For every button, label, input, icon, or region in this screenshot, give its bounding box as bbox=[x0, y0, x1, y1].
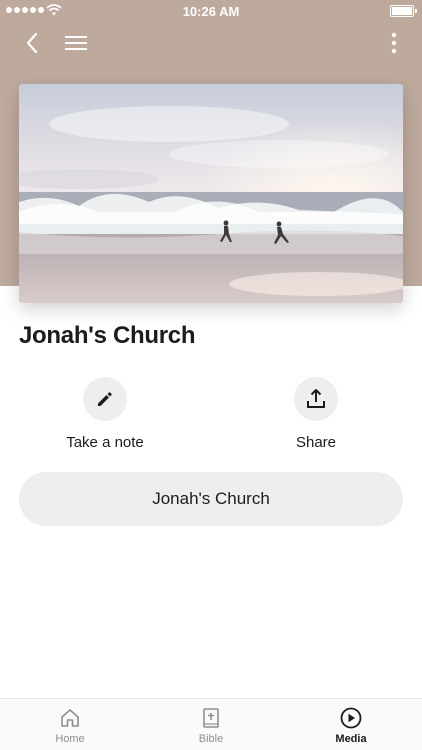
tab-bible[interactable]: Bible bbox=[166, 707, 256, 745]
primary-church-button[interactable]: Jonah's Church bbox=[19, 472, 403, 526]
share-label: Share bbox=[295, 434, 337, 451]
tab-bible-label: Bible bbox=[198, 733, 224, 745]
vertical-ellipsis-icon bbox=[391, 32, 397, 54]
tab-home-label: Home bbox=[55, 733, 85, 745]
home-icon bbox=[61, 709, 79, 727]
status-bar: 10:26 AM bbox=[0, 0, 422, 22]
share-button[interactable]: Share bbox=[246, 377, 386, 451]
take-note-button[interactable]: Take a note bbox=[35, 377, 175, 451]
pencil-icon bbox=[98, 392, 112, 406]
chevron-left-icon bbox=[26, 32, 38, 54]
media-cover-image bbox=[19, 84, 403, 303]
tab-media[interactable]: Media bbox=[306, 707, 396, 745]
take-note-label: Take a note bbox=[66, 434, 144, 451]
battery-icon bbox=[390, 5, 417, 17]
tab-bar: Home Bible Media bbox=[0, 698, 422, 750]
status-time: 10:26 AM bbox=[182, 4, 240, 19]
share-circle[interactable] bbox=[294, 377, 338, 421]
bible-book-icon bbox=[203, 708, 219, 728]
media-title: Jonah's Church bbox=[19, 322, 196, 349]
back-button[interactable] bbox=[16, 28, 48, 58]
share-upload-icon bbox=[307, 389, 325, 408]
take-note-circle[interactable] bbox=[83, 377, 127, 421]
menu-button[interactable] bbox=[60, 28, 92, 58]
play-circle-icon bbox=[340, 707, 362, 729]
tab-home[interactable]: Home bbox=[25, 707, 115, 745]
tab-media-label: Media bbox=[335, 733, 367, 745]
more-options-button[interactable] bbox=[384, 28, 404, 58]
hamburger-menu-icon bbox=[65, 36, 87, 50]
